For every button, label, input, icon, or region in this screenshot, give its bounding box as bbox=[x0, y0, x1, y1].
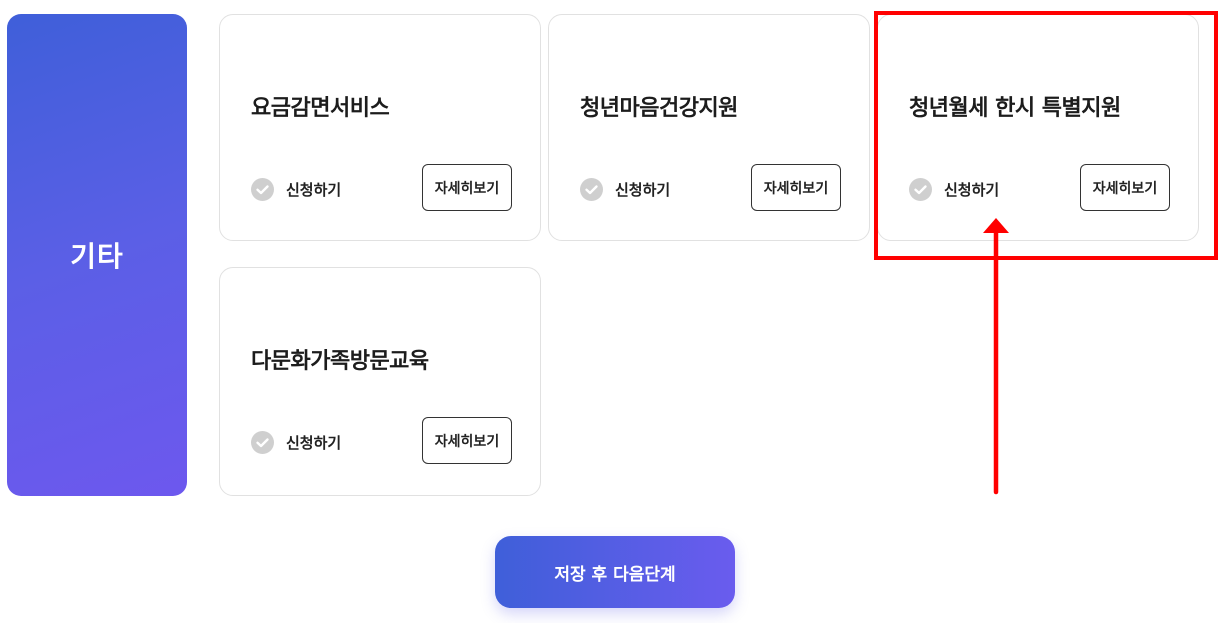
detail-button[interactable]: 자세히보기 bbox=[751, 164, 841, 211]
category-label: 기타 bbox=[70, 240, 124, 273]
check-circle-icon bbox=[909, 177, 932, 201]
check-circle-icon bbox=[580, 177, 603, 201]
service-card: 청년마음건강지원 신청하기 자세히보기 bbox=[548, 14, 870, 241]
apply-checkbox[interactable]: 신청하기 bbox=[251, 175, 341, 203]
apply-label: 신청하기 bbox=[944, 180, 1000, 199]
apply-label: 신청하기 bbox=[286, 180, 342, 199]
apply-label: 신청하기 bbox=[615, 180, 671, 199]
service-title: 다문화가족방문교육 bbox=[251, 349, 429, 374]
service-card: 요금감면서비스 신청하기 자세히보기 bbox=[219, 14, 541, 241]
apply-label: 신청하기 bbox=[286, 433, 342, 452]
service-title: 청년마음건강지원 bbox=[580, 96, 738, 121]
category-panel: 기타 bbox=[7, 14, 187, 496]
detail-button[interactable]: 자세히보기 bbox=[422, 417, 512, 464]
service-card: 청년월세 한시 특별지원 신청하기 자세히보기 bbox=[877, 14, 1199, 241]
service-title: 청년월세 한시 특별지원 bbox=[909, 96, 1121, 121]
service-card: 다문화가족방문교육 신청하기 자세히보기 bbox=[219, 267, 541, 496]
service-title: 요금감면서비스 bbox=[251, 96, 390, 121]
check-circle-icon bbox=[251, 177, 274, 201]
apply-checkbox[interactable]: 신청하기 bbox=[251, 428, 341, 456]
check-circle-icon bbox=[251, 430, 274, 454]
arrow-up-icon bbox=[983, 218, 1009, 495]
detail-button[interactable]: 자세히보기 bbox=[422, 164, 512, 211]
apply-checkbox[interactable]: 신청하기 bbox=[909, 175, 999, 203]
save-next-button[interactable]: 저장 후 다음단계 bbox=[495, 536, 735, 608]
detail-button[interactable]: 자세히보기 bbox=[1080, 164, 1170, 211]
apply-checkbox[interactable]: 신청하기 bbox=[580, 175, 670, 203]
